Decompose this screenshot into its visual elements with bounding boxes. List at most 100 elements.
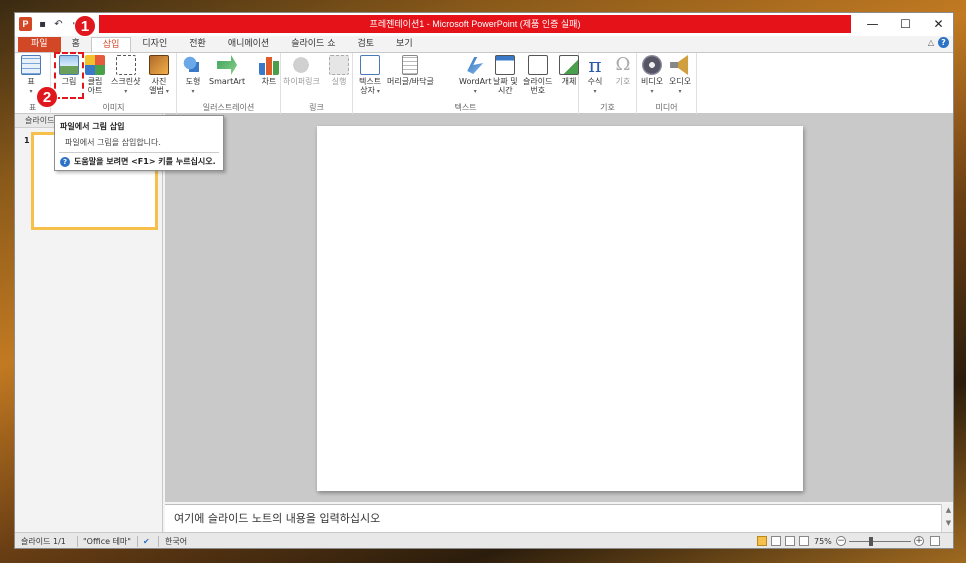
table-icon — [21, 55, 41, 75]
spellcheck-icon[interactable]: ✔ — [143, 533, 150, 548]
tooltip-help: ? 도움말을 보려면 <F1> 키를 누르십시오. — [60, 156, 216, 167]
photo-album-icon — [149, 55, 169, 75]
tooltip-divider — [59, 152, 219, 153]
fit-to-window-icon[interactable] — [930, 536, 940, 546]
tooltip-help-text: 도움말을 보려면 <F1> 키를 누르십시오. — [74, 157, 216, 166]
tab-design[interactable]: 디자인 — [131, 37, 178, 52]
slide-number-icon — [527, 55, 548, 75]
chart-icon — [259, 57, 279, 75]
group-label-media: 미디어 — [655, 103, 678, 112]
tab-file[interactable]: 파일 — [18, 37, 61, 52]
zoom-out-button[interactable]: − — [836, 536, 846, 546]
zoom-in-button[interactable]: + — [914, 536, 924, 546]
help-icon: ? — [60, 156, 70, 167]
group-label-illustration: 일러스트레이션 — [202, 103, 255, 112]
photo-album-button[interactable]: 사진 앨범 ▾ — [149, 55, 169, 96]
zoom-slider-track[interactable] — [849, 541, 911, 542]
group-label-symbol: 기호 — [600, 103, 615, 112]
header-footer-button[interactable]: 머리글/바닥글 — [387, 55, 434, 86]
equation-button[interactable]: π 수식 ▾ — [585, 55, 605, 96]
shapes-button[interactable]: 도형 ▾ — [183, 55, 203, 96]
clipart-button[interactable]: 클립 아트 — [85, 55, 105, 95]
status-divider — [158, 536, 159, 547]
wordart-button[interactable]: WordArt ▾ — [459, 55, 491, 96]
date-time-button[interactable]: 날짜 및 시간 — [493, 55, 518, 95]
tab-review[interactable]: 검토 — [346, 37, 385, 52]
smartart-button[interactable]: SmartArt — [209, 55, 245, 86]
action-icon — [329, 55, 349, 75]
status-language[interactable]: 한국어 — [165, 533, 187, 548]
save-icon[interactable]: ▪ — [37, 19, 48, 30]
chart-button[interactable]: 차트 — [259, 55, 279, 86]
shapes-icon — [183, 55, 203, 75]
group-label-link: 링크 — [309, 103, 324, 112]
normal-view-icon[interactable] — [757, 536, 767, 546]
notes-pane[interactable]: 여기에 슬라이드 노트의 내용을 입력하십시오 — [165, 504, 941, 532]
status-theme[interactable]: "Office 테마" — [83, 533, 131, 548]
action-button[interactable]: 실행 — [329, 55, 349, 86]
maximize-button[interactable]: ☐ — [889, 13, 922, 36]
help-icon[interactable]: ? — [938, 37, 949, 48]
textbox-icon — [360, 55, 381, 75]
video-button[interactable]: 비디오 ▾ — [641, 55, 663, 96]
slide-editing-area — [165, 114, 953, 502]
notes-scrollbar[interactable]: ▲ ▼ — [941, 504, 953, 532]
powerpoint-app-icon[interactable]: P — [19, 17, 32, 31]
audio-button[interactable]: 오디오 ▾ — [669, 55, 691, 96]
slideshow-view-icon[interactable] — [799, 536, 809, 546]
tab-transitions[interactable]: 전환 — [178, 37, 217, 52]
tab-home[interactable]: 홈 — [61, 37, 91, 52]
title-bar: P ▪ ↶ ▾ 프레젠테이션1 - Microsoft PowerPoint (… — [15, 13, 953, 36]
group-text: 텍스트 상자 ▾ 머리글/바닥글 WordArt ▾ 날짜 및 시간 슬라이드 번호 개… — [353, 53, 579, 114]
smartart-icon — [217, 55, 238, 75]
status-divider — [77, 536, 78, 547]
status-slide-count: 슬라이드 1/1 — [21, 537, 66, 546]
window-controls: — ☐ ✕ — [856, 13, 953, 36]
group-media: 비디오 ▾ 오디오 ▾ 미디어 — [637, 53, 697, 114]
screenshot-icon — [115, 55, 136, 75]
slide-thumbnail-number: 1 — [24, 136, 30, 145]
object-button[interactable]: 개체 — [559, 55, 579, 86]
speaker-icon — [670, 55, 689, 75]
minimize-button[interactable]: — — [856, 13, 889, 36]
group-label-image: 이미지 — [102, 103, 125, 112]
reading-view-icon[interactable] — [785, 536, 795, 546]
textbox-button[interactable]: 텍스트 상자 ▾ — [359, 55, 381, 96]
slide-number-button[interactable]: 슬라이드 번호 — [523, 55, 552, 95]
tab-animations[interactable]: 애니메이션 — [217, 37, 280, 52]
tab-view[interactable]: 보기 — [385, 37, 424, 52]
header-footer-icon — [402, 55, 419, 75]
hyperlink-button[interactable]: 하이퍼링크 — [283, 55, 320, 86]
group-illustration: 도형 ▾ SmartArt 차트 일러스트레이션 — [177, 53, 281, 114]
status-bar: 슬라이드 1/1 "Office 테마" ✔ 한국어 75% − + — [15, 532, 953, 548]
tooltip-title: 파일에서 그림 삽입 — [60, 122, 125, 131]
object-icon — [559, 55, 579, 75]
zoom-slider-thumb[interactable] — [869, 537, 873, 546]
wordart-icon — [467, 57, 484, 74]
ribbon-tabs: 파일 홈 삽입 디자인 전환 애니메이션 슬라이드 쇼 검토 보기 △ ? — [15, 36, 953, 52]
tooltip-description: 파일에서 그림을 삽입합니다. — [65, 138, 161, 147]
slide-canvas[interactable] — [317, 126, 803, 491]
hyperlink-icon — [291, 55, 312, 75]
zoom-level[interactable]: 75% — [814, 533, 832, 548]
calendar-icon — [495, 55, 516, 75]
ribbon-insert: 표 ▾ 표 그림 클립 아트 스크린샷 ▾ 사진 앨범 ▾ 이미지 도형 ▾ S… — [15, 52, 953, 114]
minimize-ribbon-icon[interactable]: △ — [928, 38, 934, 47]
undo-icon[interactable]: ↶ — [53, 19, 64, 30]
group-symbol: π 수식 ▾ Ω 기호 기호 — [579, 53, 637, 114]
callout-step-2: 2 — [36, 86, 58, 108]
tab-insert[interactable]: 삽입 — [90, 37, 132, 52]
close-button[interactable]: ✕ — [922, 13, 953, 36]
slide-sorter-view-icon[interactable] — [771, 536, 781, 546]
picture-button-highlight — [54, 52, 84, 99]
omega-icon: Ω — [615, 54, 631, 75]
screenshot-button[interactable]: 스크린샷 ▾ — [111, 55, 140, 96]
powerpoint-window: P ▪ ↶ ▾ 프레젠테이션1 - Microsoft PowerPoint (… — [14, 12, 954, 549]
ribbon-right-controls: △ ? — [928, 37, 949, 48]
pi-icon: π — [588, 53, 602, 77]
picture-tooltip: 파일에서 그림 삽입 파일에서 그림을 삽입합니다. ? 도움말을 보려면 <F… — [54, 115, 224, 171]
clipart-icon — [85, 55, 105, 75]
tab-slideshow[interactable]: 슬라이드 쇼 — [280, 37, 346, 52]
symbol-button[interactable]: Ω 기호 — [613, 54, 633, 87]
group-label-text: 텍스트 — [454, 103, 477, 112]
